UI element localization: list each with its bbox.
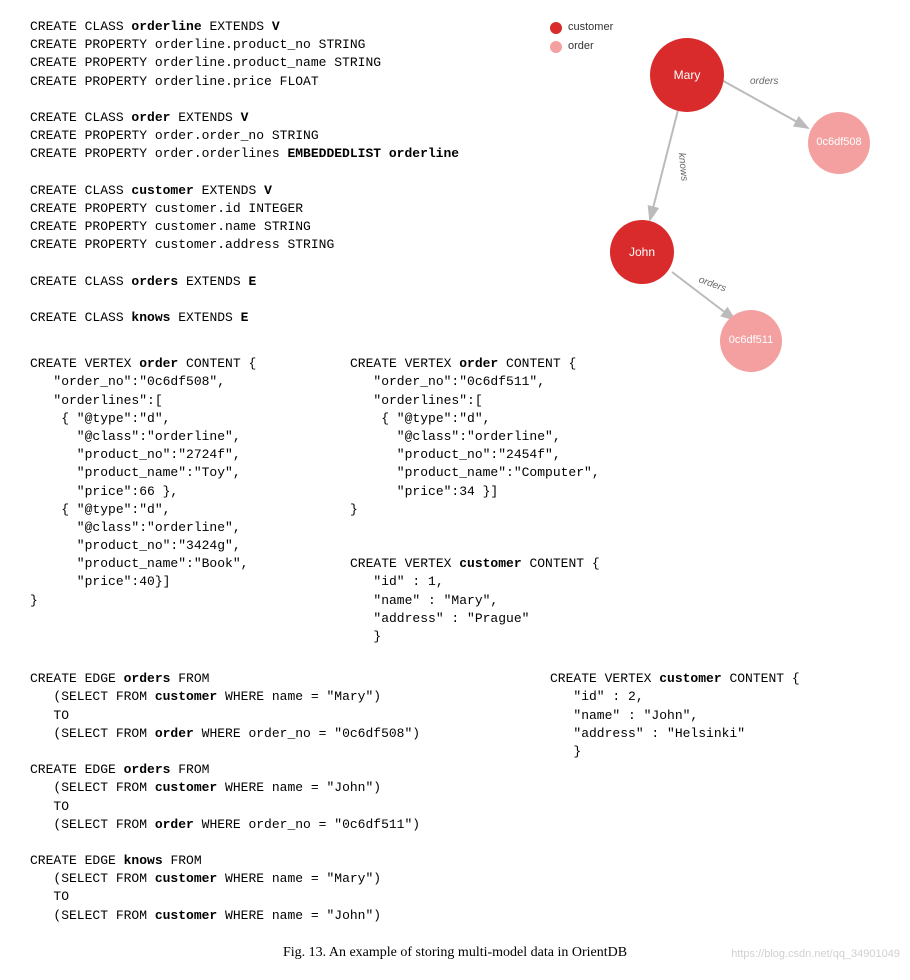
node-order-511: 0c6df511 (720, 310, 782, 372)
node-order-508: 0c6df508 (808, 112, 870, 174)
vertex-order-1: CREATE VERTEX order CONTENT { "order_no"… (30, 355, 330, 646)
watermark: https://blog.csdn.net/qq_34901049 (731, 947, 900, 962)
edge-label-knows: knows (674, 152, 691, 182)
node-john: John (610, 220, 674, 284)
node-order-511-label: 0c6df511 (729, 333, 773, 348)
vertex-order-2: CREATE VERTEX order CONTENT { "order_no"… (350, 355, 600, 646)
edges-customers-row: CREATE EDGE orders FROM (SELECT FROM cus… (30, 670, 880, 925)
graph-diagram: customer order Mary 0c6df508 John 0c6df5… (550, 20, 880, 360)
node-john-label: John (629, 244, 655, 261)
node-mary-label: Mary (674, 67, 701, 84)
customer-2-code: CREATE VERTEX customer CONTENT { "id" : … (550, 670, 800, 925)
vertex-orders-row: CREATE VERTEX order CONTENT { "order_no"… (30, 355, 880, 646)
node-mary: Mary (650, 38, 724, 112)
node-order-508-label: 0c6df508 (816, 135, 861, 150)
edge-label-orders-1: orders (750, 75, 778, 89)
edges-code: CREATE EDGE orders FROM (SELECT FROM cus… (30, 670, 550, 925)
